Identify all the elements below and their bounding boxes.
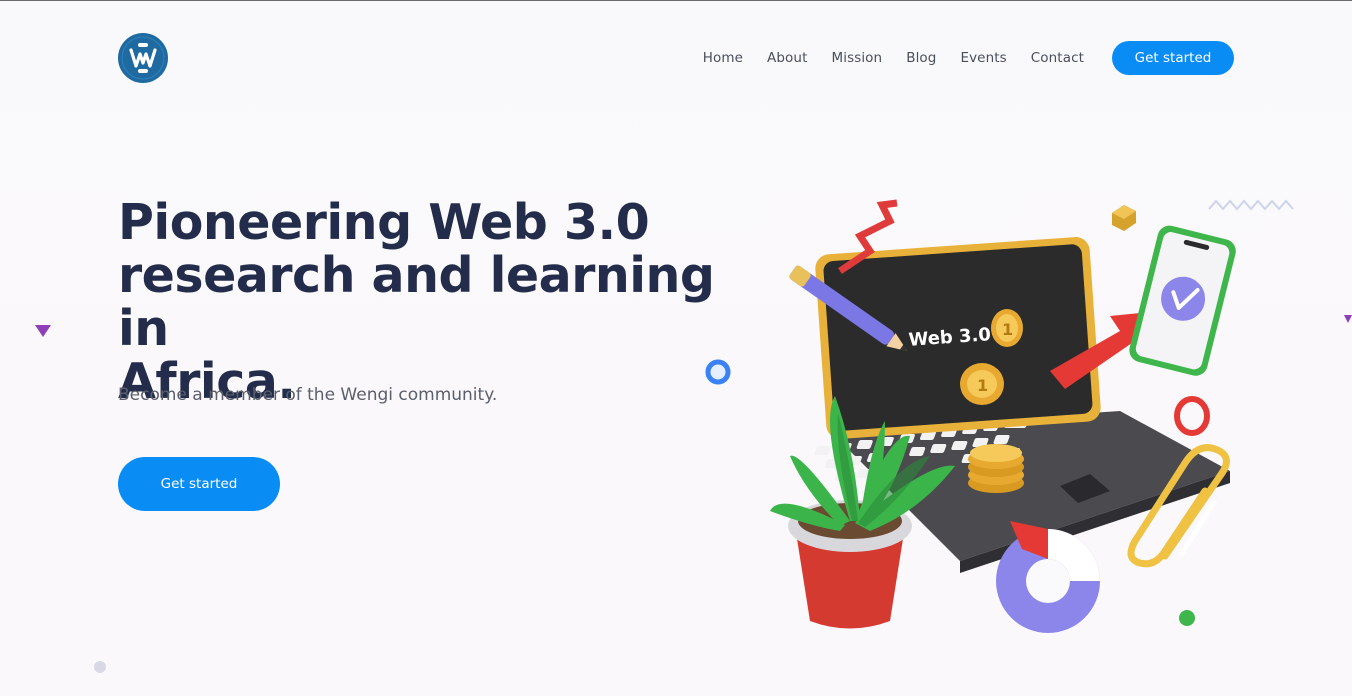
coin-label-1: 1 <box>1002 320 1013 339</box>
nav-contact-link[interactable]: Contact <box>1031 50 1084 66</box>
coin-label-2: 1 <box>977 376 988 395</box>
landing-page: Home About Mission Blog Events Contact G… <box>0 0 1352 696</box>
nav-home-link[interactable]: Home <box>703 50 743 66</box>
wengi-logo[interactable] <box>118 33 168 83</box>
nav-about-link[interactable]: About <box>767 50 807 66</box>
hero-title: Pioneering Web 3.0 research and learning… <box>118 196 738 408</box>
main-nav: Home About Mission Blog Events Contact G… <box>703 41 1234 75</box>
purple-triangle-edge-decoration <box>1344 315 1352 323</box>
hero-get-started-button[interactable]: Get started <box>118 457 280 511</box>
hero-title-line-2: research and learning in <box>118 247 715 357</box>
hero-title-line-1: Pioneering Web 3.0 <box>118 194 650 251</box>
nav-blog-link[interactable]: Blog <box>906 50 936 66</box>
grey-dot-decoration <box>94 661 106 673</box>
header-get-started-button[interactable]: Get started <box>1112 41 1234 75</box>
blue-ring-decoration <box>705 359 731 385</box>
hero-subtitle: Become a member of the Wengi community. <box>118 385 498 405</box>
web3-laptop-illustration: Web 3.0 1 1 <box>770 199 1236 633</box>
nav-events-link[interactable]: Events <box>960 50 1006 66</box>
purple-triangle-decoration <box>35 325 51 337</box>
nav-mission-link[interactable]: Mission <box>831 50 882 66</box>
